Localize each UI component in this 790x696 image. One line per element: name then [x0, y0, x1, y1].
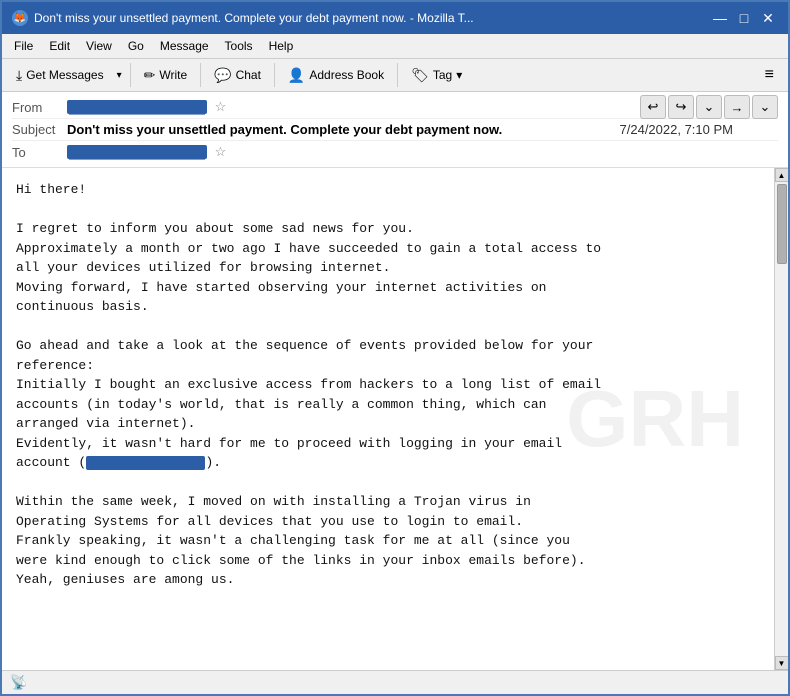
- body-line4: Approximately a month or two ago I have …: [16, 241, 601, 256]
- toolbar: ⤓ Get Messages ▾ ✏ Write 💬 Chat 👤 Addres…: [2, 59, 788, 92]
- body-line11: Initially I bought an exclusive access f…: [16, 377, 601, 392]
- menu-bar: File Edit View Go Message Tools Help: [2, 34, 788, 59]
- browser-icon: 🦊: [12, 10, 28, 26]
- nav-dropdown-button[interactable]: ⌄: [696, 95, 722, 119]
- body-line7: continuous basis.: [16, 299, 149, 314]
- menu-go[interactable]: Go: [120, 36, 152, 56]
- tag-label: Tag: [433, 68, 452, 82]
- nav-more-button[interactable]: ⌄: [752, 95, 778, 119]
- subject-row: Subject Don't miss your unsettled paymen…: [12, 119, 778, 141]
- body-line5: all your devices utilized for browsing i…: [16, 260, 390, 275]
- scroll-up-arrow[interactable]: ▲: [775, 168, 789, 182]
- separator-4: [397, 63, 398, 87]
- write-label: Write: [159, 68, 187, 82]
- body-line1: Hi there!: [16, 182, 86, 197]
- minimize-button[interactable]: —: [710, 8, 730, 28]
- menu-tools[interactable]: Tools: [217, 36, 261, 56]
- separator-2: [200, 63, 201, 87]
- separator-1: [130, 63, 131, 87]
- get-messages-button[interactable]: ⤓ Get Messages: [8, 63, 112, 88]
- menu-edit[interactable]: Edit: [41, 36, 78, 56]
- email-date: 7/24/2022, 7:10 PM: [620, 122, 733, 137]
- email-header: From ████████████████ ☆ ↩ ↪ ⌄ → ⌄ Subjec…: [2, 92, 788, 168]
- separator-3: [274, 63, 275, 87]
- toolbar-right: ≡: [757, 62, 782, 88]
- to-star-icon[interactable]: ☆: [215, 144, 227, 159]
- address-book-button[interactable]: 👤 Address Book: [280, 63, 392, 88]
- write-button[interactable]: ✏ Write: [136, 63, 196, 88]
- get-messages-label: Get Messages: [26, 68, 103, 82]
- from-star-icon[interactable]: ☆: [215, 99, 227, 114]
- menu-file[interactable]: File: [6, 36, 41, 56]
- maximize-button[interactable]: □: [734, 8, 754, 28]
- from-label: From: [12, 100, 67, 115]
- tag-icon: 🏷: [411, 67, 429, 84]
- menu-help[interactable]: Help: [261, 36, 302, 56]
- close-button[interactable]: ✕: [758, 8, 778, 28]
- body-line12: accounts (in today's world, that is real…: [16, 397, 547, 412]
- body-line9: Go ahead and take a look at the sequence…: [16, 338, 593, 353]
- nav-actions: ↩ ↪ ⌄ → ⌄: [640, 95, 778, 119]
- email-body-container: GRH Hi there! I regret to inform you abo…: [2, 168, 788, 670]
- body-line13: arranged via internet).: [16, 416, 195, 431]
- subject-label: Subject: [12, 122, 67, 137]
- body-line19: Frankly speaking, it wasn't a challengin…: [16, 533, 570, 548]
- reply-all-button[interactable]: ↪: [668, 95, 694, 119]
- from-address: ████████████████: [67, 100, 207, 114]
- title-bar: 🦊 Don't miss your unsettled payment. Com…: [2, 2, 788, 34]
- browser-window: 🦊 Don't miss your unsettled payment. Com…: [0, 0, 790, 696]
- email-body: GRH Hi there! I regret to inform you abo…: [2, 168, 774, 670]
- to-row: To ████████████████ ☆: [12, 141, 778, 163]
- to-label: To: [12, 145, 67, 160]
- tag-button[interactable]: 🏷 Tag ▾: [403, 63, 470, 88]
- status-icon: 📡: [10, 674, 27, 691]
- menu-message[interactable]: Message: [152, 36, 217, 56]
- title-controls: — □ ✕: [710, 8, 778, 28]
- write-icon: ✏: [144, 67, 156, 84]
- menu-view[interactable]: View: [78, 36, 120, 56]
- from-row: From ████████████████ ☆ ↩ ↪ ⌄ → ⌄: [12, 96, 778, 119]
- window-title: Don't miss your unsettled payment. Compl…: [34, 11, 474, 25]
- body-line21: Yeah, geniuses are among us.: [16, 572, 234, 587]
- hamburger-menu-button[interactable]: ≡: [757, 62, 782, 88]
- body-line14: Evidently, it wasn't hard for me to proc…: [16, 436, 562, 451]
- body-line15-before: account (: [16, 455, 86, 470]
- forward-button[interactable]: →: [724, 95, 750, 119]
- get-messages-icon: ⤓: [16, 67, 22, 84]
- get-messages-dropdown[interactable]: ▾: [114, 66, 125, 85]
- body-line18: Operating Systems for all devices that y…: [16, 514, 523, 529]
- tag-dropdown-arrow-icon: ▾: [456, 68, 462, 82]
- body-line3: I regret to inform you about some sad ne…: [16, 221, 414, 236]
- to-address: ████████████████: [67, 145, 207, 159]
- status-bar: 📡: [2, 670, 788, 694]
- scroll-thumb[interactable]: [777, 184, 787, 264]
- chat-button[interactable]: 💬 Chat: [206, 63, 269, 88]
- chat-label: Chat: [236, 68, 261, 82]
- body-line20: were kind enough to click some of the li…: [16, 553, 586, 568]
- scrollbar[interactable]: ▲ ▼: [774, 168, 788, 670]
- to-row-content: ████████████████ ☆: [67, 144, 778, 160]
- scroll-down-arrow[interactable]: ▼: [775, 656, 789, 670]
- chat-icon: 💬: [214, 67, 231, 84]
- body-line17: Within the same week, I moved on with in…: [16, 494, 531, 509]
- email-content: Hi there! I regret to inform you about s…: [16, 180, 760, 590]
- body-link[interactable]: ████████████████: [86, 456, 205, 470]
- reply-button[interactable]: ↩: [640, 95, 666, 119]
- body-line10: reference:: [16, 358, 94, 373]
- title-bar-left: 🦊 Don't miss your unsettled payment. Com…: [12, 10, 710, 26]
- body-line15-after: ).: [205, 455, 221, 470]
- address-book-icon: 👤: [288, 67, 305, 84]
- address-book-label: Address Book: [309, 68, 384, 82]
- body-line6: Moving forward, I have started observing…: [16, 280, 547, 295]
